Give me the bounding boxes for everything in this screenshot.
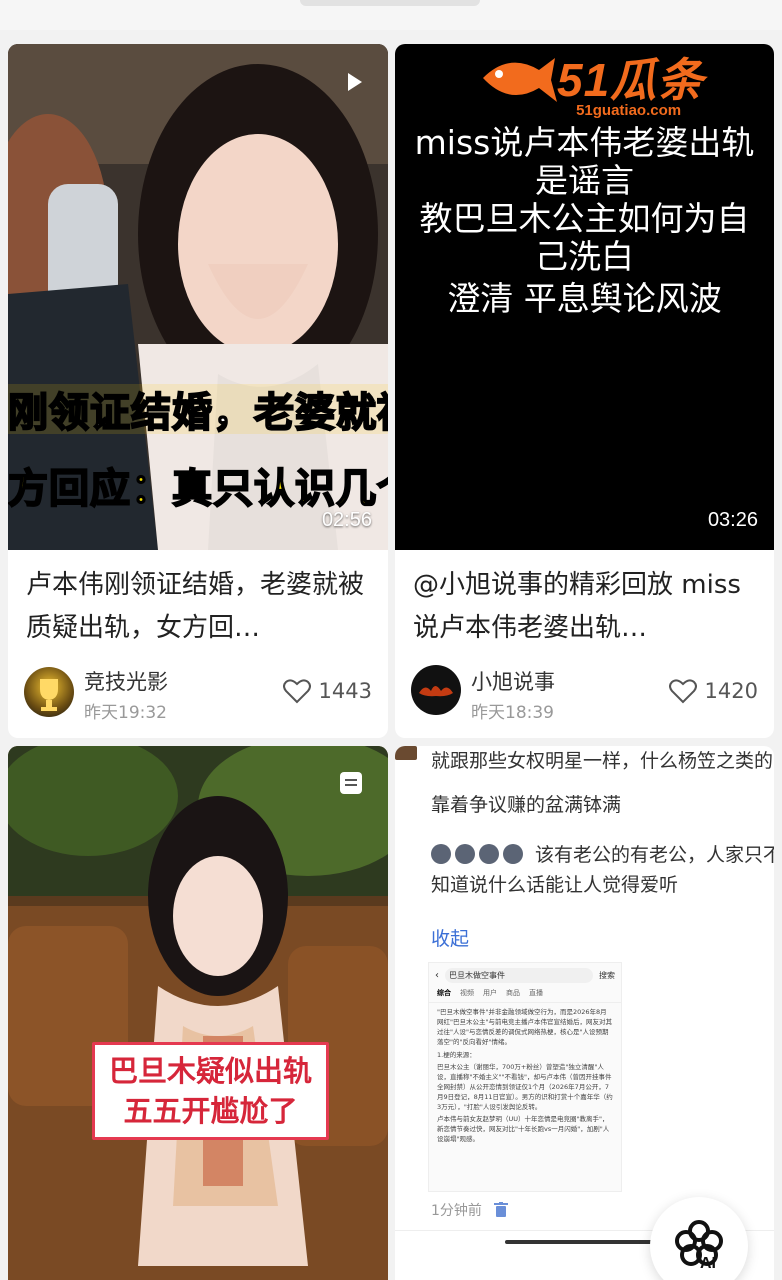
video-thumbnail[interactable]: 刚领证结婚，老婆就被 方回应：真只认识几个 02:56 bbox=[8, 44, 388, 550]
comment-text-line: 知道说什么话能让人觉得爱听 bbox=[431, 874, 679, 896]
comment-time: 1分钟前 bbox=[431, 1203, 482, 1219]
comment-text-line: 该有老公的有老公，人家只不 bbox=[535, 844, 774, 866]
like-count: 1443 bbox=[318, 679, 372, 703]
overlay-text: miss说卢本伟老婆出轨 是谣言 教巴旦木公主如何为自 己洗白 澄清 平息舆论风… bbox=[395, 124, 774, 318]
trophy-icon bbox=[40, 679, 58, 711]
comment-text-line: 就跟那些女权明星一样，什么杨笠之类的 bbox=[431, 750, 774, 772]
caption-line: 五五开尴尬了 bbox=[123, 1094, 298, 1128]
emoji-row bbox=[431, 844, 523, 864]
collapse-link[interactable]: 收起 bbox=[431, 924, 469, 951]
fire-text-avatar-icon bbox=[419, 686, 453, 697]
shot-search-text: 巴旦木做空事件 bbox=[445, 968, 593, 983]
watermark-url: 51guatiao.com bbox=[576, 102, 682, 119]
overlay-line: miss说卢本伟老婆出轨 bbox=[414, 123, 755, 162]
home-indicator bbox=[505, 1240, 655, 1244]
author-name[interactable]: 小旭说事 bbox=[471, 666, 555, 696]
fish-logo-icon bbox=[483, 58, 557, 102]
post-time: 昨天18:39 bbox=[471, 703, 554, 723]
shot-tab: 综合 bbox=[437, 989, 451, 997]
like-count: 1420 bbox=[704, 679, 758, 703]
video-thumbnail[interactable]: 51瓜条 51guatiao.com miss说卢本伟老婆出轨 是谣言 教巴旦木… bbox=[395, 44, 774, 550]
shot-paragraph: "巴旦木做空事件"并非金融领域做空行为，而是2026年8月网红"巴旦木公主"与前… bbox=[437, 1008, 612, 1046]
top-strip bbox=[0, 0, 782, 30]
caption-bubble: 巴旦木疑似出轨 五五开尴尬了 bbox=[92, 1042, 330, 1140]
like-button[interactable]: 1420 bbox=[668, 678, 758, 704]
embedded-screenshot: ‹ 巴旦木做空事件 搜索 综合 视频 用户 商品 直播 "巴旦木做空事件"并非金… bbox=[428, 962, 622, 1192]
overlay-line: 是谣言 bbox=[535, 161, 634, 200]
caption-line: 巴旦木疑似出轨 bbox=[109, 1054, 313, 1088]
ai-flower-icon bbox=[675, 1220, 723, 1266]
avatar[interactable] bbox=[24, 667, 74, 717]
ai-assistant-button[interactable]: AI bbox=[650, 1197, 748, 1280]
shot-search-bar: ‹ 巴旦木做空事件 搜索 bbox=[429, 963, 621, 988]
shot-bullet: 卢本伟与前女友赵梦玥（UU）十年恋情是电竞圈"教离手"，新恋情节奏过快，网友对比… bbox=[437, 1115, 610, 1143]
watermark-logo: 51瓜条 51guatiao.com bbox=[483, 44, 705, 119]
watermark-brand: 51瓜条 bbox=[557, 54, 705, 106]
play-icon bbox=[348, 73, 362, 91]
heart-icon bbox=[282, 679, 311, 704]
back-arrow-icon: ‹ bbox=[435, 970, 439, 981]
overlay-caption-1: 刚领证结婚，老婆就被 bbox=[8, 389, 388, 437]
post-photo-art bbox=[8, 746, 388, 1280]
video-duration: 02:56 bbox=[321, 509, 372, 531]
shot-bullet: 巴旦木公主（谢丽华，700万+粉丝）曾塑造"独立清醒"人设，直播称"不婚主义""… bbox=[437, 1063, 613, 1111]
shot-tab: 商品 bbox=[506, 989, 520, 997]
shot-paragraph: 1.梗的来源： bbox=[437, 1051, 476, 1059]
post-time: 昨天19:32 bbox=[84, 703, 167, 723]
shot-body: "巴旦木做空事件"并非金融领域做空行为，而是2026年8月网红"巴旦木公主"与前… bbox=[429, 1003, 621, 1148]
overlay-line: 澄清 平息舆论风波 bbox=[447, 279, 722, 318]
video-duration: 03:26 bbox=[707, 509, 758, 531]
emoji-icon bbox=[503, 844, 523, 864]
heart-icon bbox=[668, 679, 697, 704]
ai-label: AI bbox=[700, 1255, 716, 1272]
overlay-line: 己洗白 bbox=[535, 237, 634, 276]
feed-card-image-post[interactable]: 巴旦木疑似出轨 五五开尴尬了 bbox=[8, 746, 388, 1280]
emoji-icon bbox=[479, 844, 499, 864]
shot-tab: 视频 bbox=[460, 989, 474, 997]
overlay-line: 教巴旦木公主如何为自 bbox=[419, 199, 750, 238]
note-icon bbox=[340, 772, 362, 794]
post-image[interactable]: 巴旦木疑似出轨 五五开尴尬了 bbox=[8, 746, 388, 1280]
overlay-caption-2: 方回应：真只认识几个 bbox=[8, 465, 388, 513]
shot-search-btn: 搜索 bbox=[599, 971, 615, 980]
author-name[interactable]: 竞技光影 bbox=[84, 666, 168, 696]
card-title[interactable]: @小旭说事的精彩回放 miss说卢本伟老婆出轨… bbox=[413, 564, 760, 650]
comment-meta: 1分钟前 bbox=[431, 1200, 508, 1220]
like-button[interactable]: 1443 bbox=[282, 678, 372, 704]
feed-card-video-2[interactable]: 51瓜条 51guatiao.com miss说卢本伟老婆出轨 是谣言 教巴旦木… bbox=[395, 44, 774, 738]
emoji-icon bbox=[455, 844, 475, 864]
shot-tab: 用户 bbox=[483, 989, 497, 997]
feed-card-video-1[interactable]: 刚领证结婚，老婆就被 方回应：真只认识几个 02:56 卢本伟刚领证结婚，老婆就… bbox=[8, 44, 388, 738]
shot-tab: 直播 bbox=[529, 989, 543, 997]
emoji-icon bbox=[431, 844, 451, 864]
comment-text-line: 靠着争议赚的盆满钵满 bbox=[431, 794, 622, 816]
avatar-fragment bbox=[395, 746, 417, 760]
shot-tabs: 综合 视频 用户 商品 直播 bbox=[429, 988, 621, 1003]
top-handle bbox=[300, 0, 480, 6]
trash-icon[interactable] bbox=[493, 1202, 508, 1218]
avatar[interactable] bbox=[411, 665, 461, 715]
card-title[interactable]: 卢本伟刚领证结婚，老婆就被质疑出轨，女方回… bbox=[26, 564, 374, 650]
